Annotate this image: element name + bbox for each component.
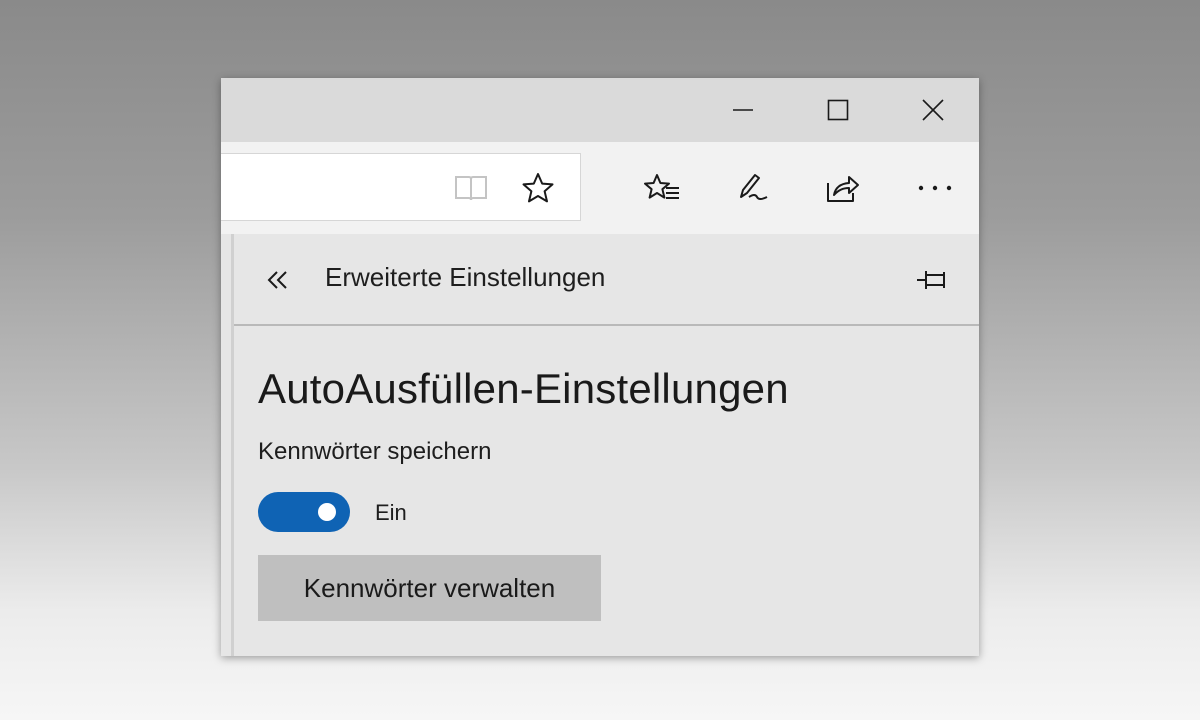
browser-toolbar bbox=[221, 142, 979, 234]
section-heading: AutoAusfüllen-Einstellungen bbox=[258, 365, 789, 412]
toggle-state-label: Ein bbox=[375, 500, 407, 525]
pin-button[interactable] bbox=[914, 262, 954, 298]
close-button[interactable] bbox=[887, 78, 979, 142]
title-bar bbox=[221, 78, 979, 142]
close-icon bbox=[922, 99, 944, 121]
pin-icon bbox=[917, 271, 945, 289]
back-button[interactable] bbox=[258, 260, 298, 300]
save-passwords-toggle[interactable] bbox=[258, 492, 350, 532]
address-bar[interactable] bbox=[221, 153, 581, 221]
web-note-button[interactable] bbox=[731, 166, 775, 210]
reading-view-button[interactable] bbox=[451, 168, 491, 208]
add-favorite-button[interactable] bbox=[518, 168, 558, 208]
browser-window: Erweiterte Einstellungen AutoAusfüllen-E… bbox=[221, 78, 979, 656]
toggle-knob bbox=[318, 503, 336, 521]
more-ellipsis-icon bbox=[918, 185, 952, 191]
share-button[interactable] bbox=[821, 166, 865, 210]
web-note-pen-icon bbox=[740, 174, 768, 200]
favorites-hub-icon bbox=[644, 174, 679, 199]
panel-title: Erweiterte Einstellungen bbox=[325, 262, 606, 292]
minimize-button[interactable] bbox=[697, 78, 789, 142]
share-icon bbox=[827, 176, 859, 202]
reading-view-icon bbox=[455, 176, 487, 201]
more-button[interactable] bbox=[913, 166, 957, 210]
minimize-icon bbox=[733, 109, 753, 111]
double-chevron-left-icon bbox=[267, 271, 287, 289]
favorites-hub-button[interactable] bbox=[640, 166, 684, 210]
panel-header: Erweiterte Einstellungen bbox=[234, 234, 979, 326]
maximize-icon bbox=[827, 99, 849, 121]
favorite-star-icon bbox=[522, 173, 554, 203]
maximize-button[interactable] bbox=[792, 78, 884, 142]
save-passwords-label: Kennwörter speichern bbox=[258, 438, 492, 465]
settings-panel: Erweiterte Einstellungen AutoAusfüllen-E… bbox=[231, 234, 979, 656]
manage-passwords-button[interactable]: Kennwörter verwalten bbox=[258, 555, 601, 621]
